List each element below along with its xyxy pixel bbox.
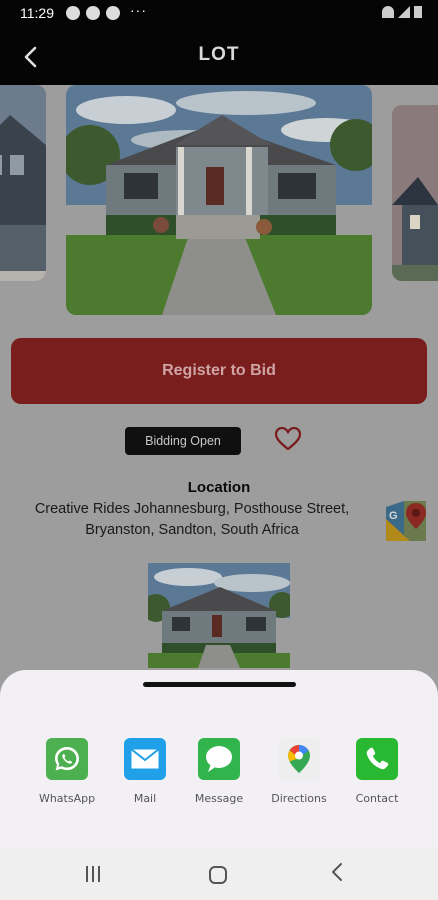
notification-icons <box>66 6 120 20</box>
status-bar: 11:29 ··· <box>0 0 438 28</box>
share-label-mail: Mail <box>133 792 157 805</box>
message-icon <box>198 738 240 780</box>
lightbulb-icon <box>86 6 100 20</box>
share-directions[interactable]: Directions <box>259 738 339 805</box>
heart-icon[interactable] <box>274 425 302 453</box>
system-navigation-bar <box>0 848 438 900</box>
share-label-contact: Contact <box>355 792 399 805</box>
location-address: Creative Rides Johannesburg, Posthouse S… <box>34 501 350 538</box>
share-label-whatsapp: WhatsApp <box>38 792 96 805</box>
system-icons <box>382 6 422 18</box>
share-label-message: Message <box>194 792 244 805</box>
facebook-icon <box>66 6 80 20</box>
share-mail[interactable]: Mail <box>105 738 185 805</box>
register-to-bid-button[interactable]: Register to Bid <box>11 338 427 404</box>
share-message[interactable]: Message <box>179 738 259 805</box>
app-bar: LOT <box>0 28 438 85</box>
mail-icon <box>124 738 166 780</box>
carousel-image-previous[interactable] <box>0 85 46 281</box>
share-label-directions: Directions <box>271 792 327 805</box>
share-whatsapp[interactable]: WhatsApp <box>27 738 107 805</box>
status-time: 11:29 <box>20 5 54 21</box>
lot-thumbnail-image[interactable] <box>148 563 290 668</box>
phone-icon <box>356 738 398 780</box>
share-contact[interactable]: Contact <box>337 738 417 805</box>
location-heading: Location <box>187 479 251 496</box>
page-title: LOT <box>198 44 240 65</box>
carousel-image-current[interactable] <box>66 85 372 315</box>
wifi-icon <box>382 6 394 18</box>
drag-handle[interactable] <box>143 682 296 687</box>
google-maps-pin-icon <box>278 738 320 780</box>
facebook-icon <box>106 6 120 20</box>
home-icon[interactable] <box>209 866 227 884</box>
signal-icon <box>398 6 410 18</box>
battery-icon <box>414 6 422 18</box>
svg-text:G: G <box>389 510 398 522</box>
whatsapp-icon <box>46 738 88 780</box>
bidding-status-badge: Bidding Open <box>125 427 241 455</box>
google-maps-icon[interactable]: G <box>384 499 428 543</box>
lot-detail-content: Register to Bid Bidding Open Location Cr… <box>0 85 438 685</box>
carousel-image-next[interactable] <box>392 105 438 281</box>
more-notifications-icon: ··· <box>130 2 147 18</box>
system-back-icon[interactable] <box>330 861 344 889</box>
recent-apps-icon[interactable] <box>86 866 106 884</box>
